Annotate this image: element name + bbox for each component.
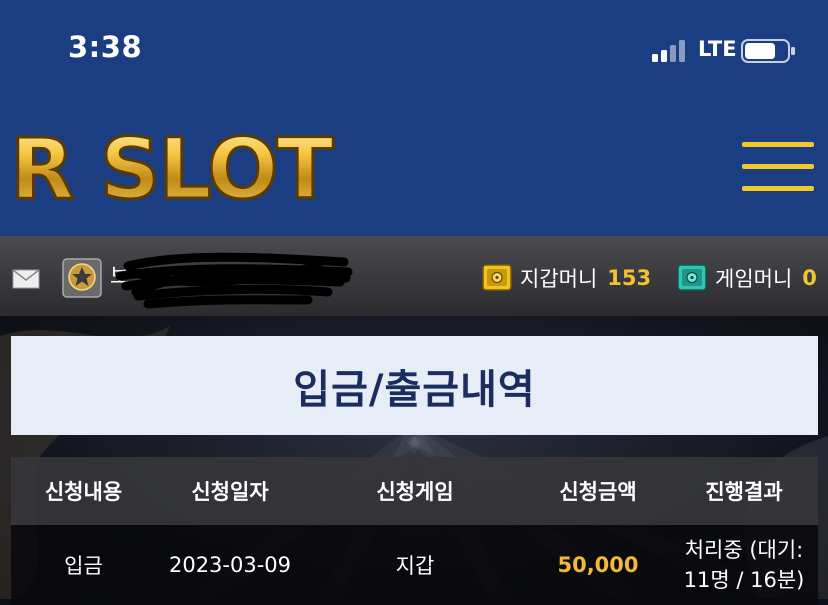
hamburger-icon <box>742 186 814 191</box>
status-time: 3:38 <box>68 30 143 64</box>
status-line-1: 처리중 (대기: <box>684 538 804 562</box>
battery-icon <box>741 39 795 63</box>
wallet-money-value: 153 <box>607 266 652 290</box>
logo-text: R SLOT <box>10 120 333 212</box>
signal-strength-icon <box>652 40 685 62</box>
status-line-2: 11명 / 16분) <box>683 568 805 592</box>
site-header: R SLOT <box>0 96 828 236</box>
cell-amount: 50,000 <box>557 553 639 577</box>
menu-button[interactable] <box>742 142 814 196</box>
safe-icon <box>677 264 707 291</box>
game-money-label: 게임머니 <box>715 267 793 291</box>
cell-status: 처리중 (대기: 11명 / 16분) <box>670 525 818 605</box>
network-type: LTE <box>698 37 737 61</box>
redacted-scribble <box>115 252 353 309</box>
column-header-date: 신청일자 <box>191 480 269 504</box>
page-title-banner: 입금/출금내역 <box>11 336 818 435</box>
user-info-bar: 보 지갑머니 153 게임머니 0 <box>0 236 828 316</box>
transaction-history-table: 신청내용 신청일자 신청게임 신청금액 진행결과 입금 2023-03-09 지… <box>11 457 818 605</box>
column-header-amount: 신청금액 <box>559 480 637 504</box>
hamburger-icon <box>742 164 814 169</box>
cell-date: 2023-03-09 <box>168 553 292 577</box>
column-header-type: 신청내용 <box>44 480 123 504</box>
column-header-status: 진행결과 <box>705 480 783 504</box>
mail-icon[interactable] <box>12 269 40 289</box>
wallet-money[interactable]: 지갑머니 153 <box>482 263 651 293</box>
wallet-money-label: 지갑머니 <box>520 267 598 291</box>
site-logo[interactable]: R SLOT <box>8 120 338 212</box>
column-header-game: 신청게임 <box>376 480 454 504</box>
status-bar: 3:38 LTE <box>0 0 828 96</box>
table-header: 신청내용 신청일자 신청게임 신청금액 진행결과 <box>11 457 818 525</box>
cell-type: 입금 <box>64 554 103 578</box>
table-row: 입금 2023-03-09 지갑 50,000 처리중 (대기: 11명 / 1… <box>11 525 818 605</box>
game-money-value: 0 <box>802 266 817 290</box>
page-title: 입금/출금내역 <box>293 366 536 413</box>
game-money[interactable]: 게임머니 0 <box>677 263 817 293</box>
safe-icon <box>482 264 512 291</box>
hamburger-icon <box>742 142 814 147</box>
cell-game: 지갑 <box>395 554 435 578</box>
rank-star-badge-icon <box>62 258 102 298</box>
